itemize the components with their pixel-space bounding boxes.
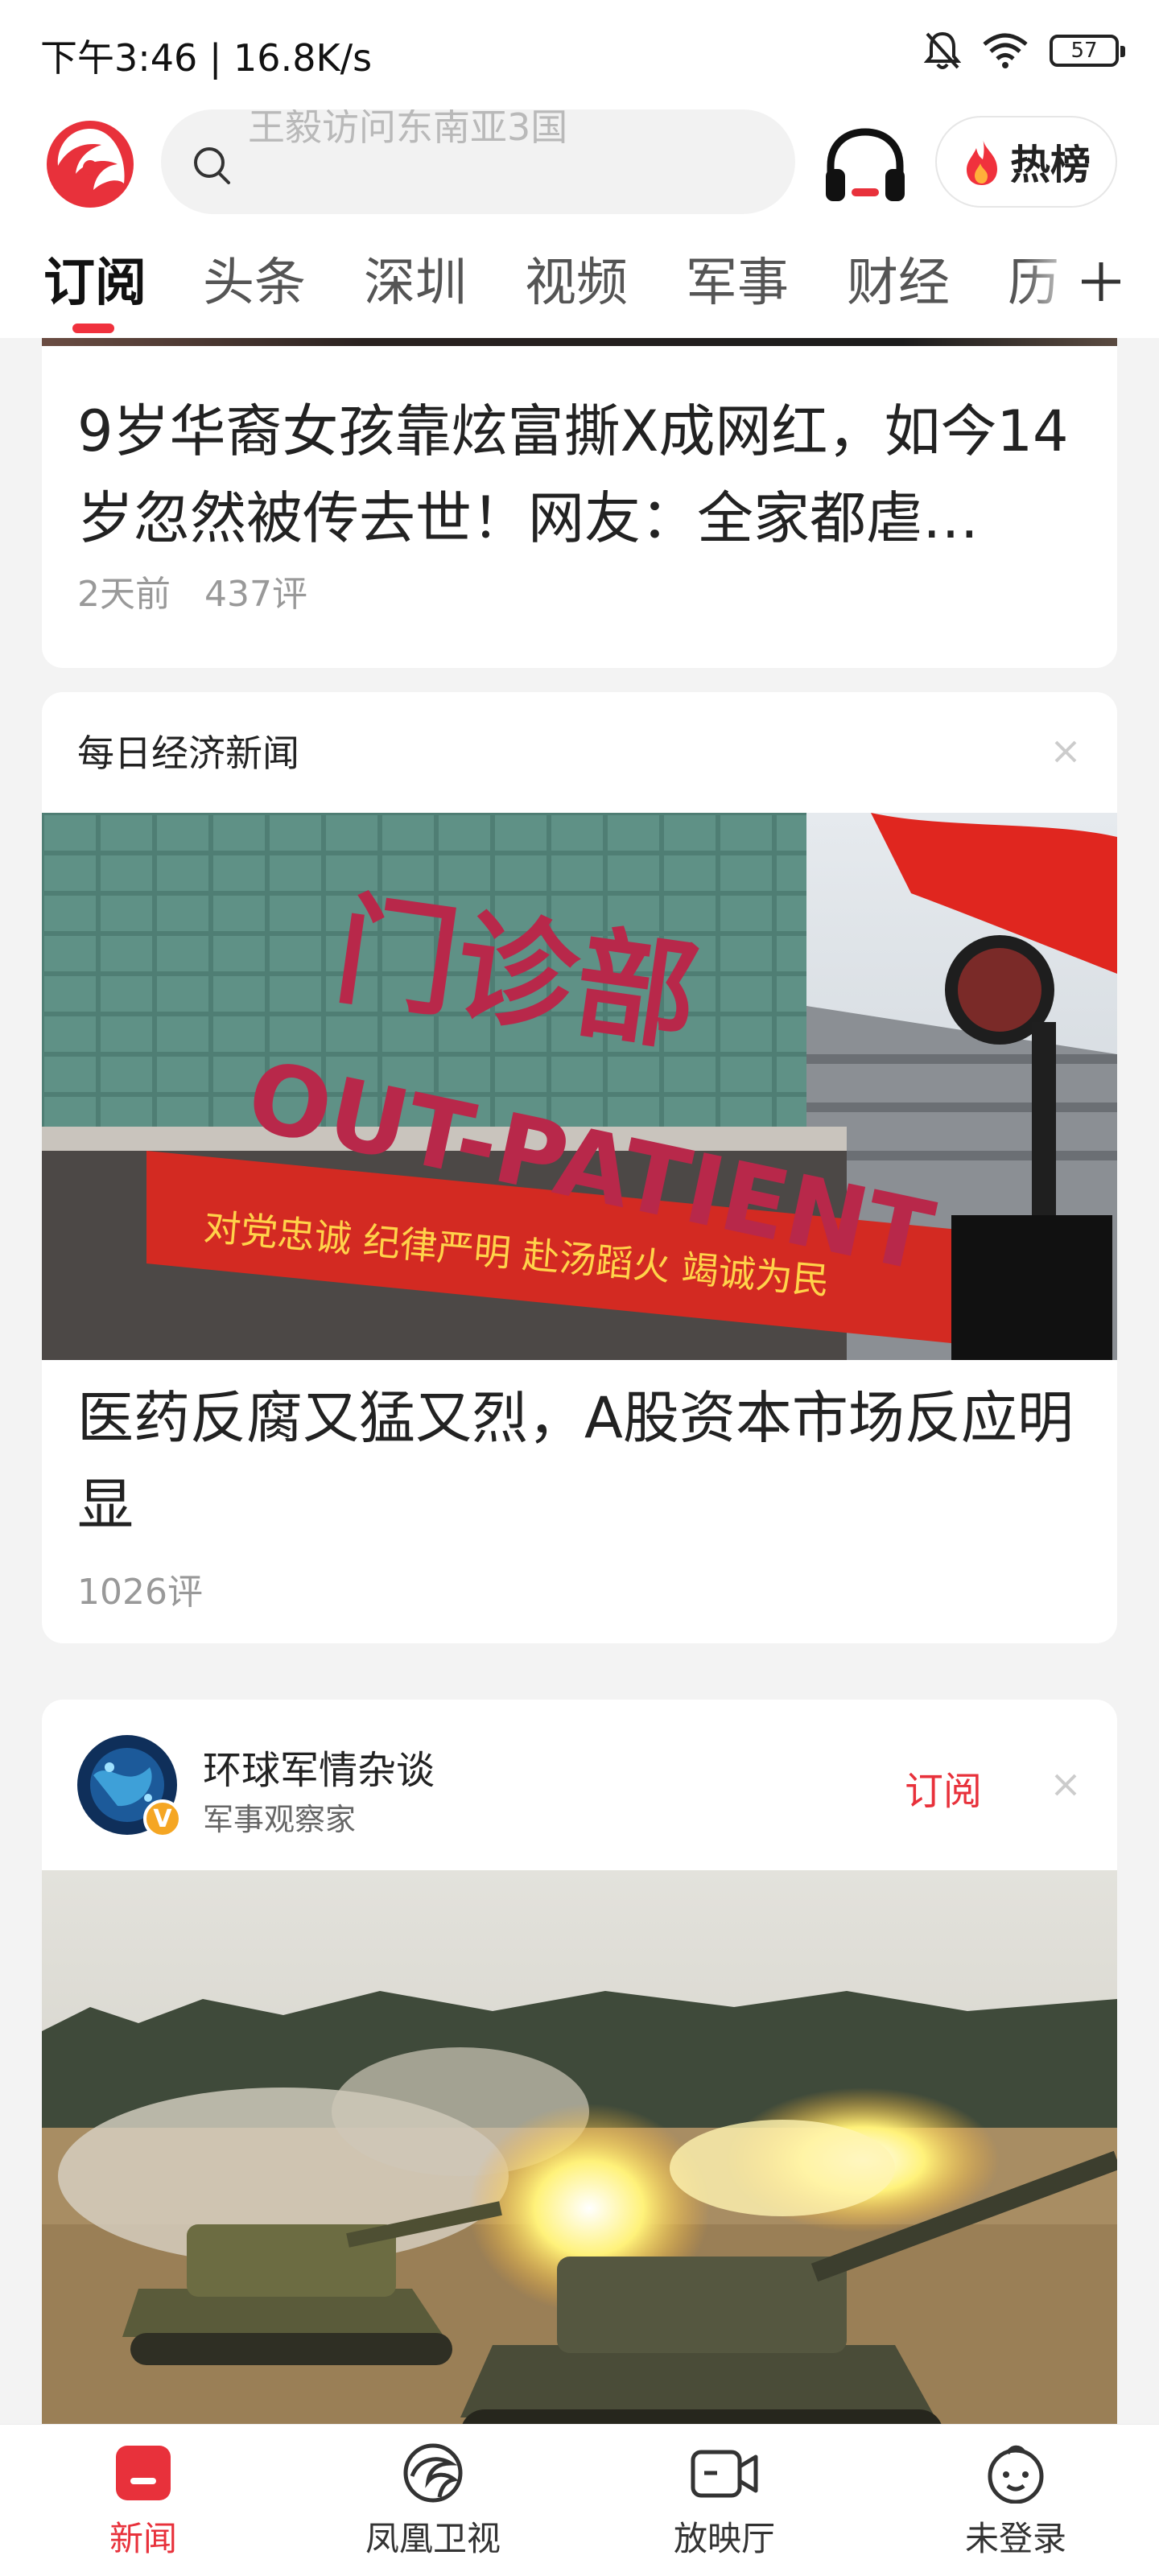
news-source[interactable]: 每日经济新闻 — [77, 724, 299, 777]
news-title[interactable]: 医药反腐又猛又烈，A股资本市场反应明显 — [77, 1375, 1091, 1548]
news-thumbnail — [42, 338, 1117, 346]
tab-military[interactable]: 军事 — [686, 241, 789, 315]
wifi-icon — [983, 33, 1028, 68]
nav-phoenix-tv[interactable]: 凤凰卫视 — [344, 2442, 522, 2561]
news-icon — [116, 2446, 171, 2500]
news-card[interactable]: 每日经济新闻 对党忠诚 纪律严明 赴汤蹈火 竭诚为民 门诊部 OUT-PATIE… — [42, 692, 1117, 1643]
status-icons: 57 — [924, 31, 1125, 71]
search-bar[interactable]: 王毅访问东南亚3国 — [161, 109, 795, 214]
tab-shenzhen[interactable]: 深圳 — [364, 241, 467, 315]
news-time: 2天前 — [77, 574, 171, 615]
source-description: 军事观察家 — [203, 1802, 357, 1837]
subscribe-button[interactable]: 订阅 — [905, 1759, 982, 1816]
tab-video[interactable]: 视频 — [525, 241, 628, 315]
hot-list-button[interactable]: 热榜 — [935, 116, 1117, 208]
headphone-icon[interactable] — [823, 126, 908, 206]
video-camera-icon — [691, 2450, 758, 2498]
nav-theater[interactable]: 放映厅 — [636, 2442, 813, 2561]
channel-tabs: 订阅 头条 深圳 视频 军事 财经 历 — [0, 225, 1159, 338]
close-icon[interactable] — [1051, 737, 1080, 766]
bell-muted-icon — [924, 31, 961, 69]
status-time: 下午3:46 | 16.8K/s — [40, 36, 373, 80]
search-placeholder: 王毅访问东南亚3国 — [248, 109, 568, 149]
news-feed: 9岁华裔女孩靠炫富撕X成网红，如今14岁忽然被传去世！网友：全家都虐… 2天前 … — [0, 338, 1159, 2424]
add-channel-icon[interactable] — [1075, 256, 1127, 307]
tab-finance[interactable]: 财经 — [847, 241, 950, 315]
flame-icon — [967, 138, 997, 185]
search-icon — [194, 147, 230, 184]
nav-news[interactable]: 新闻 — [55, 2442, 232, 2561]
news-meta: 2天前 437评 — [77, 565, 330, 616]
hot-list-label: 热榜 — [1010, 142, 1091, 188]
tab-headlines[interactable]: 头条 — [203, 241, 306, 315]
active-tab-indicator — [72, 324, 114, 333]
bottom-navigation: 新闻 凤凰卫视 放映厅 未登录 — [0, 2424, 1159, 2576]
nav-login[interactable]: 未登录 — [927, 2442, 1104, 2561]
artillery-photo[interactable] — [42, 1870, 1117, 2424]
status-bar: 下午3:46 | 16.8K/s 57 — [0, 0, 1159, 105]
tab-subscribe[interactable]: 订阅 — [43, 241, 146, 315]
phoenix-logo-icon[interactable] — [45, 119, 135, 209]
hospital-photo[interactable]: 对党忠诚 纪律严明 赴汤蹈火 竭诚为民 门诊部 OUT-PATIENT — [42, 813, 1117, 1360]
close-icon[interactable] — [1051, 1770, 1080, 1799]
subscription-card[interactable]: V 环球军情杂谈 军事观察家 订阅 — [42, 1700, 1117, 2424]
news-card[interactable]: 9岁华裔女孩靠炫富撕X成网红，如今14岁忽然被传去世！网友：全家都虐… 2天前 … — [42, 338, 1117, 668]
verified-badge: V — [143, 1799, 182, 1838]
battery-icon: 57 — [1050, 35, 1125, 67]
comment-count: 1026评 — [77, 1572, 203, 1613]
phoenix-tv-icon — [403, 2443, 463, 2503]
user-face-icon — [988, 2445, 1044, 2504]
news-title[interactable]: 9岁华裔女孩靠炫富撕X成网红，如今14岁忽然被传去世！网友：全家都虐… — [77, 388, 1091, 562]
source-name[interactable]: 环球军情杂谈 — [203, 1738, 435, 1795]
app-header: 王毅访问东南亚3国 热榜 — [0, 105, 1159, 225]
comment-count: 437评 — [204, 574, 307, 615]
